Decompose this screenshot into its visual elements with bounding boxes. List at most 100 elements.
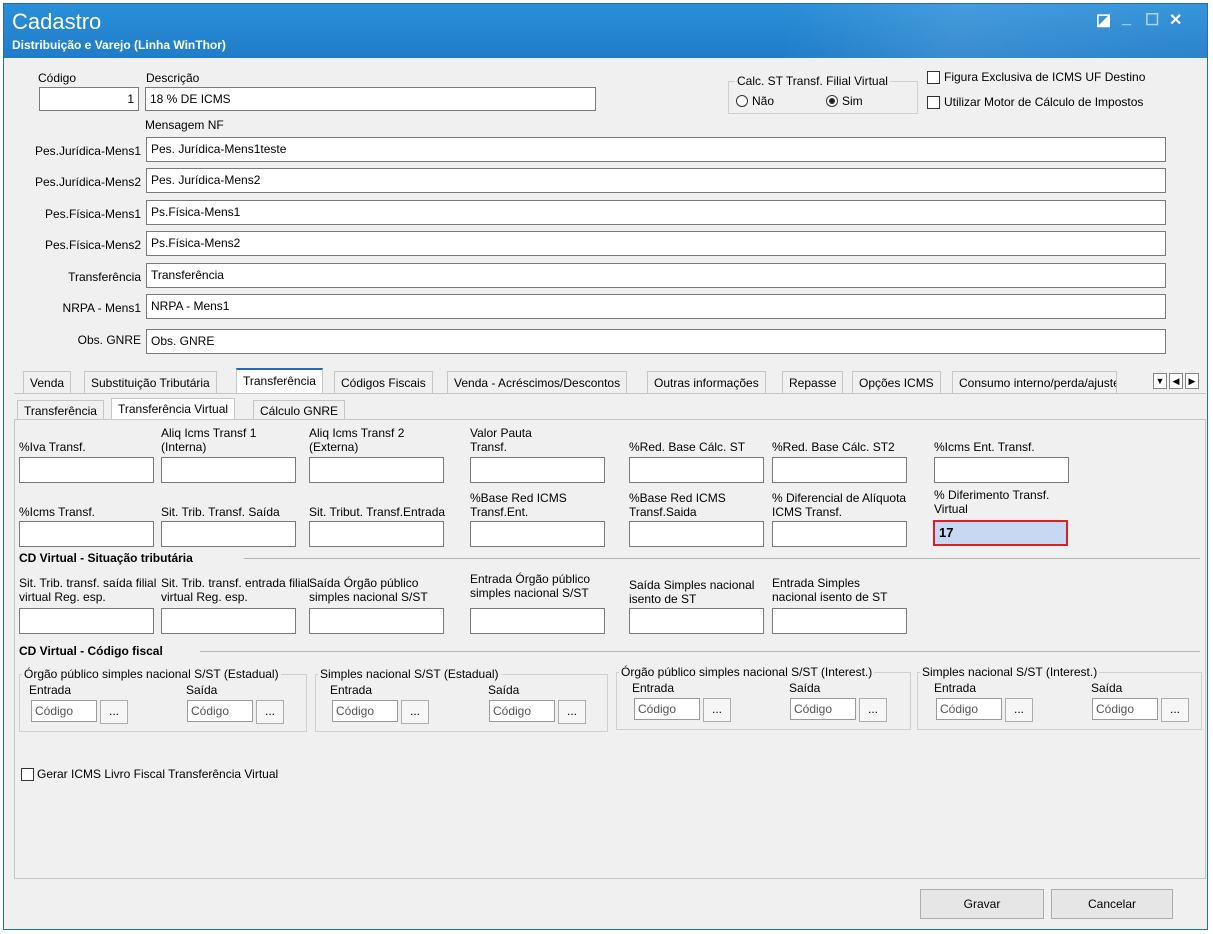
edit-icon[interactable]: ◪ [1096, 10, 1111, 30]
saida-codigo-input[interactable]: Código [489, 700, 555, 722]
tab-repasse[interactable]: Repasse [782, 371, 844, 393]
saida-lookup-button[interactable]: ... [558, 700, 586, 724]
base-red-saida-input[interactable] [629, 521, 764, 547]
cfop-group-title: Simples nacional S/ST (Estadual) [318, 667, 501, 681]
gerar-icms-label: Gerar ICMS Livro Fiscal Transferência Vi… [37, 767, 279, 781]
msg-input-pf-mens2[interactable]: Ps.Física-Mens2 [146, 231, 1166, 256]
msg-label: Pes.Jurídica-Mens1 [34, 144, 141, 158]
cd-sit-saida-orgao-input[interactable] [309, 608, 444, 634]
window-title: Cadastro [12, 9, 102, 34]
entrada-lookup-button[interactable]: ... [401, 700, 429, 724]
calc-st-group: Calc. ST Transf. Filial Virtual Não Sim [728, 74, 918, 114]
msg-input-nrpa[interactable]: NRPA - Mens1 [146, 294, 1166, 319]
msg-label: Pes.Física-Mens2 [44, 238, 141, 252]
iva-transf-input[interactable] [19, 457, 154, 483]
entrada-lookup-button[interactable]: ... [1005, 698, 1033, 722]
main-window: Cadastro Distribuição e Varejo (Linha Wi… [3, 3, 1208, 930]
base-red-saida-label: %Base Red ICMS Transf.Saida [629, 491, 726, 519]
sit-trib-entrada-input[interactable] [309, 521, 444, 547]
codigo-input[interactable]: 1 [39, 87, 139, 111]
cfop-group-title: Órgão público simples nacional S/ST (Est… [22, 667, 281, 681]
radio-nao[interactable] [736, 95, 748, 107]
msg-input-obs-gnre[interactable]: Obs. GNRE [146, 329, 1166, 354]
utilizar-motor-checkbox[interactable] [927, 96, 940, 109]
base-red-ent-input[interactable] [470, 521, 605, 547]
tab-outras-informacoes[interactable]: Outras informações [647, 371, 766, 393]
radio-nao-label: Não [752, 94, 775, 108]
subtab-calculo-gnre[interactable]: Cálculo GNRE [253, 400, 346, 420]
tab-scroll-left-icon[interactable]: ◀ [1169, 373, 1183, 389]
cd-sit-entrada-simples-input[interactable] [772, 608, 907, 634]
subtab-transferencia-virtual[interactable]: Transferência Virtual [111, 398, 236, 420]
saida-label: Saída [186, 683, 218, 697]
cd-sit-saida-reg-input[interactable] [19, 608, 154, 634]
msg-input-pj-mens2[interactable]: Pes. Jurídica-Mens2 [146, 168, 1166, 193]
msg-input-pf-mens1[interactable]: Ps.Física-Mens1 [146, 200, 1166, 225]
valor-pauta-input[interactable] [470, 457, 605, 483]
red-base-st-input[interactable] [629, 457, 764, 483]
aliq-icms-2-input[interactable] [309, 457, 444, 483]
tab-codigos-fiscais[interactable]: Códigos Fiscais [334, 371, 433, 393]
entrada-codigo-input[interactable]: Código [936, 698, 1002, 720]
tab-consumo-interno[interactable]: Consumo interno/perda/ajuste [952, 371, 1117, 393]
tab-venda[interactable]: Venda [23, 371, 72, 393]
sit-trib-saida-input[interactable] [161, 521, 296, 547]
saida-codigo-input[interactable]: Código [187, 700, 253, 722]
descricao-input[interactable]: 18 % DE ICMS [145, 87, 596, 111]
entrada-codigo-input[interactable]: Código [634, 698, 700, 720]
saida-lookup-button[interactable]: ... [1161, 698, 1189, 722]
figura-exclusiva-checkbox[interactable] [927, 71, 940, 84]
gerar-icms-checkbox[interactable] [21, 768, 34, 781]
entrada-lookup-button[interactable]: ... [703, 698, 731, 722]
msg-input-transferencia[interactable]: Transferência [146, 263, 1166, 288]
msg-label: Obs. GNRE [77, 333, 141, 347]
tab-venda-acrescimos[interactable]: Venda - Acréscimos/Descontos [447, 371, 628, 393]
saida-codigo-input[interactable]: Código [1092, 698, 1158, 720]
diferimento-input[interactable]: 17 [933, 520, 1068, 546]
entrada-label: Entrada [934, 681, 977, 695]
minimize-icon[interactable]: _ [1122, 10, 1131, 28]
maximize-icon[interactable]: ☐ [1145, 10, 1159, 30]
close-icon[interactable]: ✕ [1169, 10, 1182, 30]
icms-transf-input[interactable] [19, 521, 154, 547]
saida-lookup-button[interactable]: ... [256, 700, 284, 724]
gravar-button[interactable]: Gravar [920, 889, 1044, 919]
descricao-label: Descrição [146, 71, 200, 85]
entrada-codigo-input[interactable]: Código [31, 700, 97, 722]
radio-sim[interactable] [826, 95, 838, 107]
tab-substituicao-tributaria[interactable]: Substituição Tributária [84, 371, 217, 393]
subtab-transferencia[interactable]: Transferência [17, 400, 104, 420]
entrada-lookup-button[interactable]: ... [100, 700, 128, 724]
diferimento-label: % Diferimento Transf. Virtual [934, 488, 1050, 516]
sit-trib-entrada-label: Sit. Tribut. Transf.Entrada [309, 505, 446, 519]
tab-dropdown-icon[interactable]: ▼ [1153, 373, 1167, 389]
aliq-icms-1-label: Aliq Icms Transf 1 (Interna) [161, 426, 257, 454]
tab-opcoes-icms[interactable]: Opções ICMS [852, 371, 941, 393]
tab-transferencia[interactable]: Transferência [236, 368, 323, 394]
tab-scroll-right-icon[interactable]: ▶ [1185, 373, 1199, 389]
sit-trib-saida-label: Sit. Trib. Transf. Saída [161, 505, 280, 519]
aliq-icms-1-input[interactable] [161, 457, 296, 483]
cd-sit-entrada-reg-input[interactable] [161, 608, 296, 634]
cd-sit-label: Entrada Simples nacional isento de ST [772, 576, 888, 604]
red-base-st2-label: %Red. Base Cálc. ST2 [772, 440, 895, 454]
entrada-label: Entrada [29, 683, 72, 697]
codigo-label: Código [38, 71, 77, 85]
red-base-st2-input[interactable] [772, 457, 907, 483]
cd-sit-saida-simples-input[interactable] [629, 608, 764, 634]
utilizar-motor-label: Utilizar Motor de Cálculo de Impostos [944, 95, 1144, 109]
diferencial-aliquota-input[interactable] [772, 521, 907, 547]
calc-st-label: Calc. ST Transf. Filial Virtual [735, 74, 890, 88]
cancelar-button[interactable]: Cancelar [1051, 889, 1173, 919]
cd-sit-label: Entrada Órgão público simples nacional S… [470, 572, 591, 600]
red-base-st-label: %Red. Base Cálc. ST [629, 440, 746, 454]
cd-sit-label: Saída Órgão público simples nacional S/S… [309, 576, 428, 604]
mensagem-nf-label: Mensagem NF [145, 118, 224, 132]
saida-lookup-button[interactable]: ... [859, 698, 887, 722]
cfop-group-title: Órgão público simples nacional S/ST (Int… [619, 665, 875, 679]
icms-ent-transf-input[interactable] [934, 457, 1069, 483]
entrada-codigo-input[interactable]: Código [332, 700, 398, 722]
saida-codigo-input[interactable]: Código [790, 698, 856, 720]
msg-input-pj-mens1[interactable]: Pes. Jurídica-Mens1teste [146, 137, 1166, 162]
cd-sit-entrada-orgao-input[interactable] [470, 608, 605, 634]
